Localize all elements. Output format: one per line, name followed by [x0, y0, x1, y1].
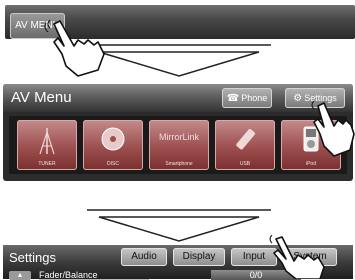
phone-icon: ☎ [226, 93, 240, 104]
tab-audio[interactable]: Audio [121, 248, 167, 266]
source-disc[interactable]: DISC [83, 120, 143, 170]
hand-pointer-icon [44, 19, 105, 77]
source-tuner[interactable]: TUNER [17, 120, 77, 170]
gear-icon: ⚙ [293, 93, 303, 104]
source-strip: TUNER DISC MirrorLink Smartphone USB iPo… [9, 116, 347, 174]
page-title: AV Menu [11, 89, 72, 106]
phone-button[interactable]: ☎ Phone [222, 88, 272, 108]
av-menu-header: AV Menu ☎ Phone ⚙ Settings [3, 84, 353, 112]
hand-pointer-icon [269, 235, 325, 279]
antenna-icon [39, 128, 55, 155]
source-usb[interactable]: USB [215, 120, 275, 170]
disc-icon [101, 127, 125, 151]
tab-display[interactable]: Display [173, 248, 225, 266]
down-arrow-icon [87, 44, 271, 77]
page-title: Settings [9, 250, 56, 265]
av-menu-panel: AV Menu ☎ Phone ⚙ Settings TUNER DISC Mi… [3, 84, 353, 181]
usb-icon [236, 129, 255, 150]
down-arrow-icon [87, 209, 271, 242]
hand-pointer-icon [311, 100, 355, 157]
source-mirrorlink[interactable]: MirrorLink Smartphone [149, 120, 209, 170]
